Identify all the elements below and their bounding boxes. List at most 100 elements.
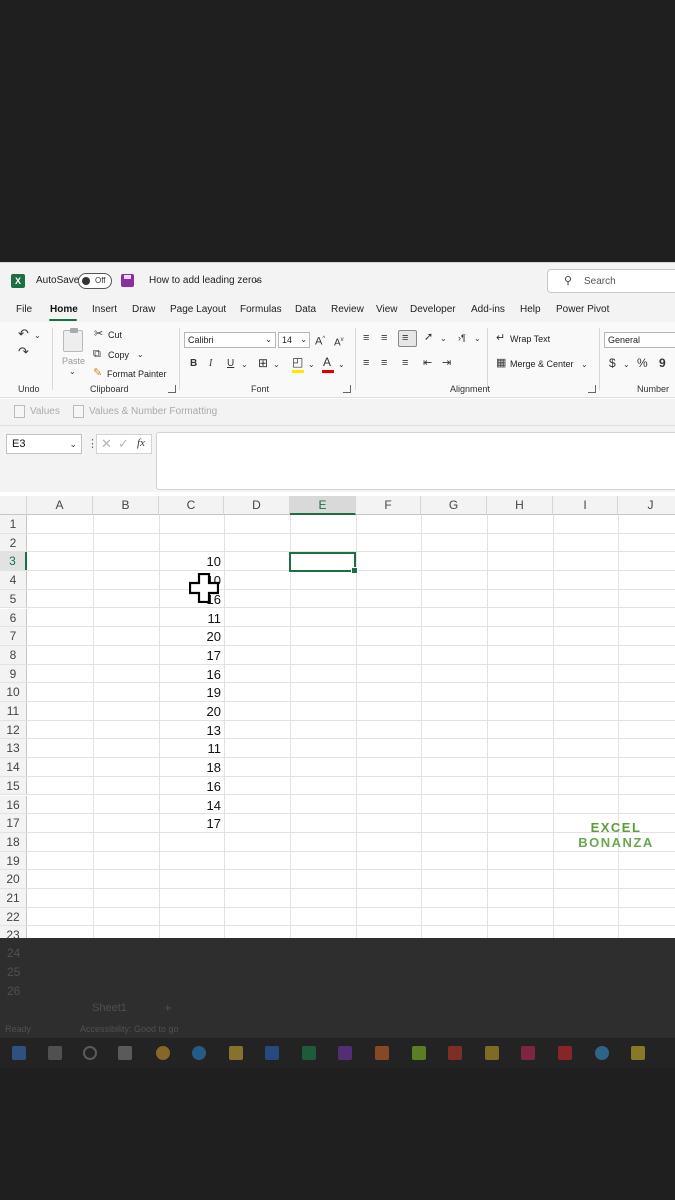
formula-input[interactable] bbox=[156, 432, 675, 490]
row-header[interactable]: 17 bbox=[0, 814, 27, 832]
cell-c[interactable]: 11 bbox=[159, 739, 224, 757]
add-sheet-icon[interactable]: + bbox=[164, 1000, 172, 1015]
tab-formulas[interactable]: Formulas bbox=[240, 304, 282, 315]
tab-review[interactable]: Review bbox=[331, 304, 364, 315]
bold-button[interactable]: B bbox=[190, 358, 197, 370]
paste-dropdown-icon[interactable]: ⌄ bbox=[69, 366, 76, 378]
clipboard-launcher-icon[interactable] bbox=[168, 385, 176, 393]
merge-center-button[interactable]: Merge & Center bbox=[510, 359, 574, 369]
name-box[interactable]: E3 ⌄ bbox=[6, 434, 82, 454]
row-header[interactable]: 13 bbox=[0, 739, 27, 758]
clipboard-paste-icon[interactable] bbox=[63, 328, 83, 352]
currency-dropdown-icon[interactable]: ⌄ bbox=[623, 359, 630, 371]
row-header[interactable]: 5 bbox=[0, 589, 27, 608]
folder-icon[interactable] bbox=[229, 1046, 243, 1060]
row-header[interactable]: 10 bbox=[0, 683, 27, 701]
cell-c[interactable]: 17 bbox=[159, 646, 224, 664]
worksheet-grid[interactable]: A B C D E F G H I J 1 2 3 10 4 10 5 16 6… bbox=[0, 496, 675, 938]
italic-button[interactable]: I bbox=[209, 358, 212, 370]
text-direction-icon[interactable]: ›¶ bbox=[458, 332, 466, 344]
powerpoint-icon[interactable] bbox=[448, 1046, 462, 1060]
decrease-indent-icon[interactable]: ⇤ bbox=[423, 357, 432, 369]
row-header[interactable]: 8 bbox=[0, 645, 27, 664]
excel-icon[interactable] bbox=[302, 1046, 316, 1060]
orientation-dropdown-icon[interactable]: ⌄ bbox=[440, 333, 447, 345]
row-header[interactable]: 6 bbox=[0, 608, 27, 627]
font-name-select[interactable]: Calibri ⌄ bbox=[184, 332, 276, 348]
app-icon[interactable] bbox=[631, 1046, 645, 1060]
app-icon[interactable] bbox=[412, 1046, 426, 1060]
outlook-icon[interactable] bbox=[265, 1046, 279, 1060]
enter-icon[interactable]: ✓ bbox=[118, 436, 129, 452]
row-header[interactable]: 4 bbox=[0, 571, 27, 589]
align-top-icon[interactable]: ≡ bbox=[363, 332, 369, 344]
percent-button[interactable]: % bbox=[637, 357, 648, 369]
comma-style-button[interactable]: 9 bbox=[659, 357, 666, 369]
borders-icon[interactable]: ⊞ bbox=[258, 357, 268, 369]
copy-icon[interactable]: ⧉ bbox=[93, 348, 101, 360]
align-middle-icon[interactable]: ≡ bbox=[381, 332, 387, 344]
merge-center-icon[interactable]: ▦ bbox=[496, 357, 506, 369]
cell-c[interactable] bbox=[159, 870, 224, 888]
cell-c[interactable]: 17 bbox=[159, 814, 224, 832]
format-painter-button[interactable]: Format Painter bbox=[107, 369, 167, 379]
search-icon[interactable] bbox=[48, 1046, 62, 1060]
sheet-tab[interactable]: Sheet1 bbox=[92, 1002, 127, 1014]
column-header-g[interactable]: G bbox=[421, 496, 487, 515]
cell-c[interactable] bbox=[159, 889, 224, 907]
borders-dropdown-icon[interactable]: ⌄ bbox=[273, 359, 280, 371]
insert-function-button[interactable]: fx bbox=[137, 437, 145, 449]
tab-home[interactable]: Home bbox=[50, 304, 78, 315]
row-header-selected[interactable]: 3 bbox=[0, 552, 27, 571]
paintbrush-icon[interactable]: ✎ bbox=[93, 367, 102, 379]
align-center-icon[interactable]: ≡ bbox=[381, 357, 387, 369]
cell-c[interactable]: 10 bbox=[159, 552, 224, 570]
cell-c[interactable]: 19 bbox=[159, 683, 224, 701]
edge-icon[interactable] bbox=[192, 1046, 206, 1060]
redo-icon[interactable]: ↷ bbox=[18, 345, 29, 358]
paste-values-button[interactable]: Values bbox=[30, 406, 60, 417]
font-color-dropdown-icon[interactable]: ⌄ bbox=[338, 359, 345, 371]
chrome-icon[interactable] bbox=[156, 1046, 170, 1060]
row-header[interactable]: 23 bbox=[0, 926, 27, 938]
search-box[interactable]: ⚲ Search bbox=[547, 269, 675, 293]
underline-button[interactable]: U bbox=[227, 358, 234, 370]
cell-c[interactable]: 13 bbox=[159, 721, 224, 739]
save-icon[interactable] bbox=[121, 274, 134, 287]
row-header[interactable]: 20 bbox=[0, 870, 27, 888]
undo-dropdown-icon[interactable]: ⌄ bbox=[34, 330, 41, 342]
app-icon[interactable] bbox=[375, 1046, 389, 1060]
cell-c[interactable] bbox=[159, 852, 224, 870]
cell-c[interactable] bbox=[159, 926, 224, 938]
decrease-font-icon[interactable]: Av bbox=[334, 334, 344, 349]
copy-button[interactable]: Copy bbox=[108, 350, 129, 360]
row-header[interactable]: 19 bbox=[0, 851, 27, 870]
fill-dropdown-icon[interactable]: ⌄ bbox=[308, 359, 315, 371]
paste-values-number-formatting-button[interactable]: Values & Number Formatting bbox=[89, 406, 217, 417]
currency-button[interactable]: $ bbox=[609, 357, 616, 369]
align-right-icon[interactable]: ≡ bbox=[402, 357, 408, 369]
copy-dropdown-icon[interactable]: ⌄ bbox=[137, 349, 144, 361]
row-header[interactable]: 9 bbox=[0, 664, 27, 683]
font-color-icon[interactable]: A bbox=[323, 356, 331, 368]
increase-indent-icon[interactable]: ⇥ bbox=[442, 357, 451, 369]
onenote-icon[interactable] bbox=[338, 1046, 352, 1060]
alignment-launcher-icon[interactable] bbox=[588, 385, 596, 393]
cut-button[interactable]: Cut bbox=[108, 330, 122, 340]
row-header[interactable]: 16 bbox=[0, 795, 27, 814]
font-launcher-icon[interactable] bbox=[343, 385, 351, 393]
autosave-toggle[interactable]: Off bbox=[78, 273, 112, 289]
row-header[interactable]: 1 bbox=[0, 515, 27, 533]
tab-power-pivot[interactable]: Power Pivot bbox=[556, 304, 609, 315]
merge-dropdown-icon[interactable]: ⌄ bbox=[581, 359, 588, 371]
cell-c[interactable] bbox=[159, 515, 224, 533]
cell-c[interactable]: 18 bbox=[159, 758, 224, 776]
paste-label[interactable]: Paste bbox=[62, 356, 85, 366]
underline-dropdown-icon[interactable]: ⌄ bbox=[241, 359, 248, 371]
chevron-down-icon[interactable]: ⌄ bbox=[253, 274, 261, 285]
app-icon[interactable] bbox=[558, 1046, 572, 1060]
fill-color-icon[interactable]: ◰ bbox=[292, 356, 303, 368]
number-format-select[interactable]: General bbox=[604, 332, 675, 348]
column-header-b[interactable]: B bbox=[93, 496, 159, 515]
undo-icon[interactable]: ↶ bbox=[18, 327, 29, 340]
